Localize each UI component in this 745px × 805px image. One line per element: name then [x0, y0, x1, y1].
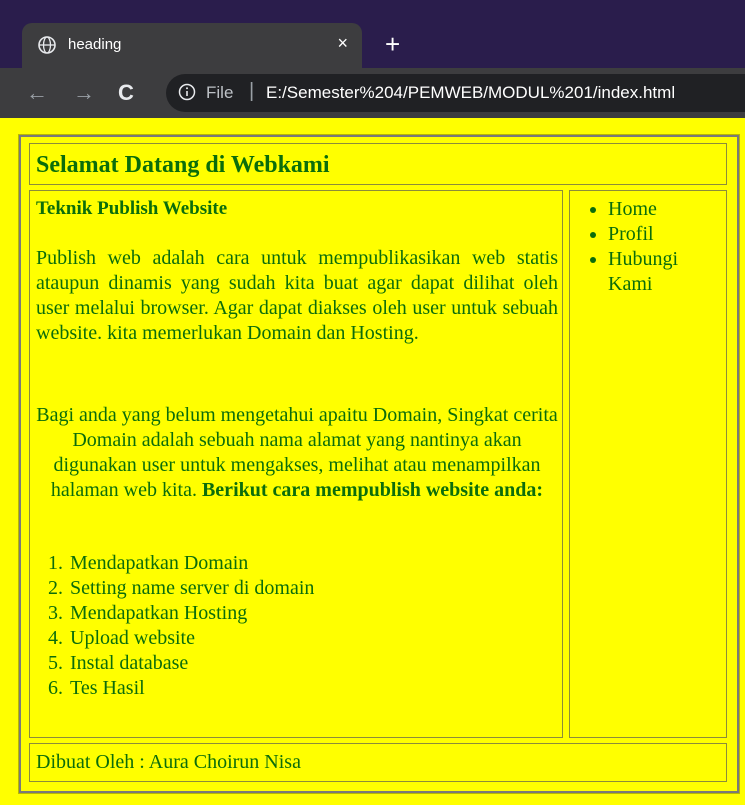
list-item: Instal database — [68, 651, 314, 676]
footer-text: Dibuat Oleh : Aura Choirun Nisa — [36, 751, 301, 773]
tab-heading[interactable]: heading × — [22, 23, 362, 68]
reload-button[interactable]: C — [118, 78, 134, 108]
info-icon[interactable] — [178, 83, 196, 101]
forward-button[interactable]: → — [73, 78, 95, 108]
list-item: Setting name server di domain — [68, 576, 314, 601]
list-item: Mendapatkan Hosting — [68, 601, 314, 626]
sidebar-item-hubungi-kami[interactable]: Hubungi Kami — [608, 247, 718, 297]
list-item: Tes Hasil — [68, 676, 314, 701]
page-heading: Selamat Datang di Webkami — [36, 152, 330, 178]
paragraph-domain-bold: Berikut cara mempublish website anda: — [201, 479, 544, 501]
header-cell: Selamat Datang di Webkami — [29, 143, 727, 185]
steps-list: Mendapatkan Domain Setting name server d… — [36, 551, 314, 701]
content-cell: Teknik Publish Website Publish web adala… — [29, 190, 563, 738]
address-bar[interactable]: File | E:/Semester%204/PEMWEB/MODUL%201/… — [166, 74, 745, 112]
close-icon[interactable]: × — [337, 33, 348, 54]
list-item: Upload website — [68, 626, 314, 651]
paragraph-domain: Bagi anda yang belum mengetahui apaitu D… — [36, 403, 558, 503]
new-tab-button[interactable]: + — [385, 25, 400, 63]
sidebar-item-profil[interactable]: Profil — [608, 222, 718, 247]
list-item: Mendapatkan Domain — [68, 551, 314, 576]
footer-cell: Dibuat Oleh : Aura Choirun Nisa — [29, 743, 727, 782]
tab-title: heading — [68, 36, 122, 53]
sidebar-nav: Home Profil Hubungi Kami — [580, 197, 718, 297]
globe-icon — [38, 36, 56, 54]
url-separator: | — [249, 80, 255, 102]
url-text[interactable]: E:/Semester%204/PEMWEB/MODUL%201/index.h… — [266, 83, 675, 103]
back-button[interactable]: ← — [26, 78, 48, 108]
paragraph-publish-web: Publish web adalah cara untuk mempublika… — [36, 247, 558, 344]
tab-strip: heading × + — [0, 0, 745, 68]
content-title: Teknik Publish Website — [36, 198, 228, 219]
layout-table: Selamat Datang di Webkami Teknik Publish… — [19, 135, 739, 793]
browser-chrome: heading × + ← → C File | E:/Semester%204… — [0, 0, 745, 118]
sidebar-cell: Home Profil Hubungi Kami — [569, 190, 727, 738]
browser-toolbar: ← → C File | E:/Semester%204/PEMWEB/MODU… — [0, 68, 745, 118]
sidebar-item-home[interactable]: Home — [608, 197, 718, 222]
url-scheme-label: File — [206, 83, 234, 102]
